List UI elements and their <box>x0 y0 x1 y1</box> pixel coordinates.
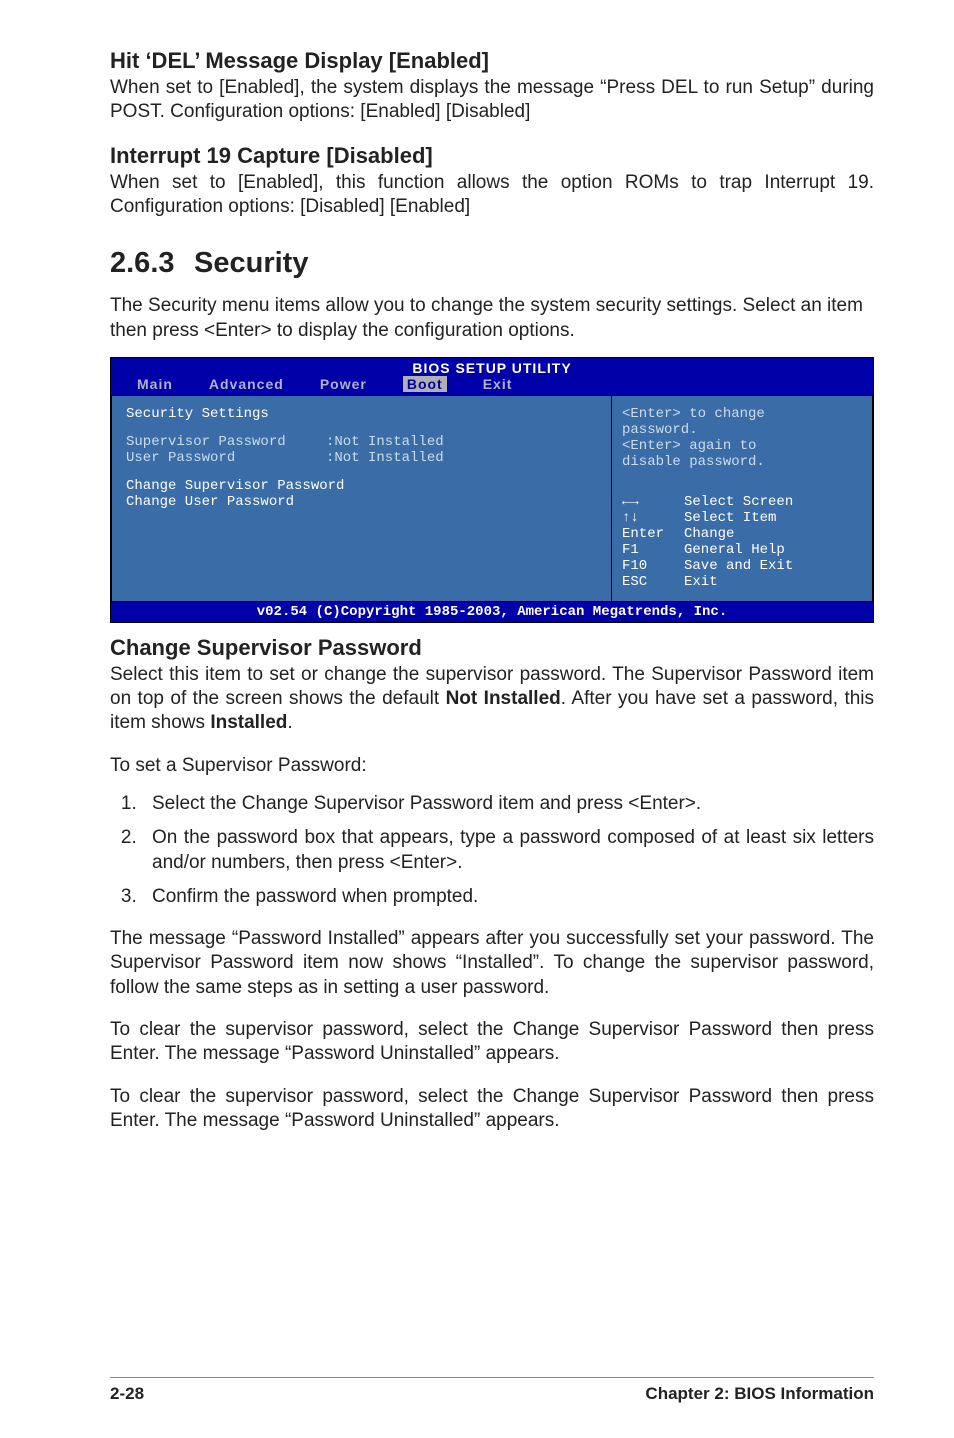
bios-key-desc: General Help <box>684 542 785 558</box>
bios-screenshot: BIOS SETUP UTILITY Main Advanced Power B… <box>110 357 874 623</box>
bios-tab-exit: Exit <box>483 376 513 392</box>
bios-key-desc: Select Screen <box>684 494 793 510</box>
bios-right-pane: <Enter> to change password. <Enter> agai… <box>611 395 873 601</box>
para-changesup-1: Select this item to set or change the su… <box>110 663 874 736</box>
bold-installed: Installed <box>210 712 287 733</box>
bios-key-desc: Change <box>684 526 734 542</box>
heading-hit-del: Hit ‘DEL’ Message Display [Enabled] <box>110 48 874 74</box>
bios-title: BIOS SETUP UTILITY <box>111 358 873 376</box>
para-changesup-3: The message “Password Installed” appears… <box>110 927 874 1000</box>
bios-help-line: <Enter> again to <box>622 438 862 454</box>
bios-security-heading: Security Settings <box>126 406 597 422</box>
bios-tab-power: Power <box>320 376 367 392</box>
steps-list: Select the Change Supervisor Password it… <box>110 792 874 909</box>
list-item: Confirm the password when prompted. <box>142 885 874 909</box>
para-security-intro: The Security menu items allow you to cha… <box>110 294 874 343</box>
bios-row-user: User Password :Not Installed <box>126 450 597 466</box>
bios-key: ↑↓ <box>622 510 684 526</box>
bios-help-line: disable password. <box>622 454 862 470</box>
section-number: 2.6.3 <box>110 247 194 280</box>
heading-change-supervisor: Change Supervisor Password <box>110 635 874 661</box>
bios-key-legend: ←→Select Screen ↑↓Select Item EnterChang… <box>622 494 862 591</box>
bios-footer: v02.54 (C)Copyright 1985-2003, American … <box>111 602 873 622</box>
bios-help-line: password. <box>622 422 862 438</box>
para-changesup-4: To clear the supervisor password, select… <box>110 1018 874 1067</box>
list-item: On the password box that appears, type a… <box>142 826 874 875</box>
page-footer: 2-28 Chapter 2: BIOS Information <box>110 1377 874 1404</box>
bios-user-label: User Password <box>126 450 326 466</box>
chapter-label: Chapter 2: BIOS Information <box>645 1384 874 1404</box>
bios-key: ←→ <box>622 494 684 510</box>
bios-key-desc: Select Item <box>684 510 776 526</box>
bios-item-change-user: Change User Password <box>126 494 597 510</box>
bios-key: ESC <box>622 574 684 590</box>
page-number: 2-28 <box>110 1384 144 1404</box>
section-heading-security: 2.6.3Security <box>110 247 874 280</box>
bios-tab-boot: Boot <box>403 376 447 392</box>
bios-row-supervisor: Supervisor Password :Not Installed <box>126 434 597 450</box>
bios-key-desc: Save and Exit <box>684 558 793 574</box>
bios-left-pane: Security Settings Supervisor Password :N… <box>111 395 611 601</box>
bold-not-installed: Not Installed <box>446 688 561 709</box>
list-item: Select the Change Supervisor Password it… <box>142 792 874 816</box>
bios-supervisor-value: :Not Installed <box>326 434 444 450</box>
section-title: Security <box>194 247 308 279</box>
bios-tab-main: Main <box>137 376 173 392</box>
para-changesup-5: To clear the supervisor password, select… <box>110 1085 874 1134</box>
bios-key-desc: Exit <box>684 574 718 590</box>
para-int19: When set to [Enabled], this function all… <box>110 171 874 220</box>
para-hit-del: When set to [Enabled], the system displa… <box>110 76 874 125</box>
text-fragment: . <box>287 712 292 733</box>
bios-supervisor-label: Supervisor Password <box>126 434 326 450</box>
bios-key: Enter <box>622 526 684 542</box>
bios-tab-advanced: Advanced <box>209 376 284 392</box>
heading-int19: Interrupt 19 Capture [Disabled] <box>110 143 874 169</box>
bios-help-text: <Enter> to change password. <Enter> agai… <box>622 406 862 470</box>
bios-tabs: Main Advanced Power Boot Exit <box>111 376 873 395</box>
bios-key: F10 <box>622 558 684 574</box>
para-changesup-2: To set a Supervisor Password: <box>110 754 874 778</box>
bios-user-value: :Not Installed <box>326 450 444 466</box>
bios-key: F1 <box>622 542 684 558</box>
bios-item-change-sup: Change Supervisor Password <box>126 478 597 494</box>
bios-help-line: <Enter> to change <box>622 406 862 422</box>
